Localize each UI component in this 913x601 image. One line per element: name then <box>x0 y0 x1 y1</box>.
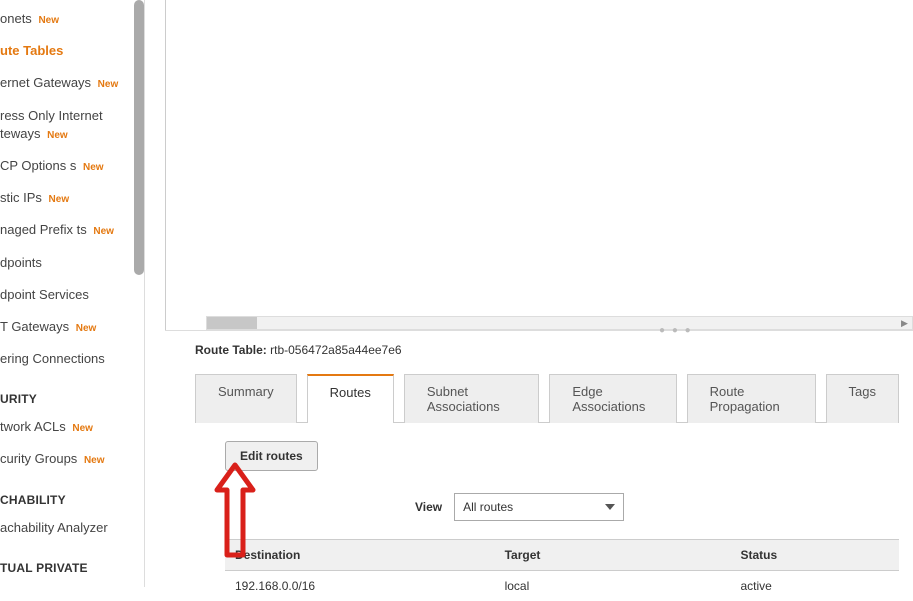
routes-table: Destination Target Status 192.168.0.0/16… <box>225 539 899 601</box>
tabs: Summary Routes Subnet Associations Edge … <box>195 373 899 423</box>
sidebar-item-dhcp-options[interactable]: CP Options s New <box>0 153 144 179</box>
sidebar-item-internet-gateways[interactable]: ernet Gateways New <box>0 70 144 96</box>
view-label: View <box>415 500 442 514</box>
sidebar-item-nat-gateways[interactable]: T Gateways New <box>0 314 144 340</box>
new-badge: New <box>84 455 105 466</box>
new-badge: New <box>83 162 104 173</box>
sidebar-item-route-tables[interactable]: ute Tables <box>0 38 144 64</box>
cell-target: local <box>495 571 731 601</box>
sidebar-item-subnets[interactable]: onets New <box>0 6 144 32</box>
sidebar-item-peering-connections[interactable]: ering Connections <box>0 346 144 372</box>
chevron-down-icon <box>605 504 615 510</box>
new-badge: New <box>76 323 97 334</box>
main-area: ▶ ● ● ● Route Table: rtb-056472a85a44ee7… <box>165 0 913 587</box>
tab-edge-associations[interactable]: Edge Associations <box>549 374 676 423</box>
edit-routes-button[interactable]: Edit routes <box>225 441 318 471</box>
table-header-row: Destination Target Status <box>225 540 899 571</box>
cell-status: active <box>730 571 899 601</box>
sidebar-item-reachability-analyzer[interactable]: achability Analyzer <box>0 515 144 541</box>
new-badge: New <box>72 423 93 434</box>
tab-tags[interactable]: Tags <box>826 374 899 423</box>
tab-summary[interactable]: Summary <box>195 374 297 423</box>
detail-pane: ● ● ● Route Table: rtb-056472a85a44ee7e6… <box>165 330 913 601</box>
tab-routes[interactable]: Routes <box>307 374 394 423</box>
sidebar-item-security-groups[interactable]: curity Groups New <box>0 446 144 472</box>
tab-body-routes: Edit routes View All routes Destination … <box>195 423 899 601</box>
horizontal-scrollbar[interactable]: ▶ <box>206 316 913 330</box>
new-badge: New <box>38 15 59 26</box>
sidebar-item-network-acls[interactable]: twork ACLs New <box>0 414 144 440</box>
table-row[interactable]: 192.168.0.0/16 local active <box>225 571 899 601</box>
pane-resizer-icon[interactable]: ● ● ● <box>659 325 693 336</box>
new-badge: New <box>93 226 114 237</box>
sidebar-gap <box>145 0 165 587</box>
col-destination[interactable]: Destination <box>225 540 495 571</box>
sidebar: onets New ute Tables ernet Gateways New … <box>0 0 145 587</box>
sidebar-item-endpoint-services[interactable]: dpoint Services <box>0 282 144 308</box>
cell-destination: 192.168.0.0/16 <box>225 571 495 601</box>
sidebar-item-managed-prefix-lists[interactable]: naged Prefix ts New <box>0 217 144 243</box>
scroll-right-icon[interactable]: ▶ <box>897 317 912 329</box>
sidebar-heading-vpn: TUAL PRIVATE <box>0 559 144 577</box>
col-status[interactable]: Status <box>730 540 899 571</box>
tab-route-propagation[interactable]: Route Propagation <box>687 374 816 423</box>
scrollbar-thumb[interactable] <box>207 317 257 329</box>
list-pane: ▶ <box>165 0 913 330</box>
route-table-title: Route Table: rtb-056472a85a44ee7e6 <box>195 343 899 357</box>
view-filter-row: View All routes <box>415 493 899 521</box>
sidebar-heading-security: URITY <box>0 390 144 408</box>
new-badge: New <box>98 79 119 90</box>
sidebar-heading-reachability: CHABILITY <box>0 491 144 509</box>
sidebar-item-endpoints[interactable]: dpoints <box>0 250 144 276</box>
sidebar-scrollbar[interactable] <box>134 0 144 275</box>
col-target[interactable]: Target <box>495 540 731 571</box>
sidebar-item-egress-only-igw[interactable]: ress Only Internet teways New <box>0 103 144 147</box>
new-badge: New <box>47 130 68 141</box>
tab-subnet-associations[interactable]: Subnet Associations <box>404 374 540 423</box>
view-select[interactable]: All routes <box>454 493 624 521</box>
new-badge: New <box>49 194 70 205</box>
sidebar-item-elastic-ips[interactable]: stic IPs New <box>0 185 144 211</box>
